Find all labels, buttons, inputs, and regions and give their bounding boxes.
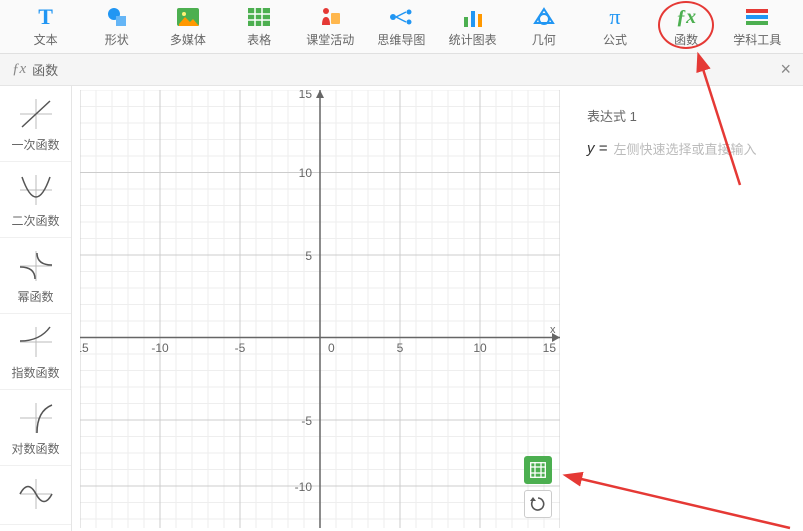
svg-text:-10: -10 bbox=[295, 480, 313, 494]
books-icon bbox=[746, 5, 768, 29]
sidebar-item-linear[interactable]: 一次函数 bbox=[0, 86, 71, 162]
coordinate-plane[interactable]: -15 -10 -5 0 5 10 15 15 10 5 -5 -10 x bbox=[80, 90, 560, 528]
svg-text:-15: -15 bbox=[80, 341, 89, 355]
tool-function[interactable]: ƒx 函数 bbox=[654, 1, 719, 52]
svg-text:0: 0 bbox=[328, 341, 335, 355]
tool-formula[interactable]: π 公式 bbox=[582, 1, 647, 52]
panel-title: ƒx 函数 bbox=[12, 60, 58, 79]
refresh-button[interactable] bbox=[524, 490, 552, 518]
expression-input[interactable]: 左侧快速选择或直接输入 bbox=[613, 139, 756, 158]
tool-activity[interactable]: 课堂活动 bbox=[298, 1, 363, 52]
panel-body: 一次函数 二次函数 幂函数 指数函数 对数函数 bbox=[0, 86, 803, 531]
svg-text:-10: -10 bbox=[151, 341, 169, 355]
tool-label: 形状 bbox=[105, 31, 129, 48]
sidebar-item-label: 指数函数 bbox=[11, 364, 59, 381]
linear-icon bbox=[16, 96, 56, 132]
tool-geometry[interactable]: 几何 bbox=[511, 1, 576, 52]
sidebar-item-exponential[interactable]: 指数函数 bbox=[0, 314, 71, 390]
expression-prefix: y = bbox=[587, 140, 607, 157]
tool-label: 文本 bbox=[34, 31, 58, 48]
tool-text[interactable]: T 文本 bbox=[13, 1, 78, 52]
svg-text:5: 5 bbox=[397, 341, 404, 355]
fx-icon: ƒx bbox=[676, 5, 696, 29]
logarithm-icon bbox=[16, 400, 56, 436]
sidebar-item-label: 一次函数 bbox=[11, 136, 59, 153]
function-sidebar: 一次函数 二次函数 幂函数 指数函数 对数函数 bbox=[0, 86, 72, 531]
quadratic-icon bbox=[16, 172, 56, 208]
tool-label: 思维导图 bbox=[377, 31, 425, 48]
tool-table[interactable]: 表格 bbox=[227, 1, 292, 52]
mindmap-icon bbox=[389, 5, 413, 29]
close-button[interactable]: × bbox=[780, 59, 791, 80]
text-icon: T bbox=[38, 5, 53, 29]
tool-label: 表格 bbox=[247, 31, 271, 48]
svg-text:x: x bbox=[550, 324, 556, 336]
grid-button[interactable] bbox=[524, 456, 552, 484]
fx-icon: ƒx bbox=[12, 61, 26, 78]
sidebar-item-power[interactable]: 幂函数 bbox=[0, 238, 71, 314]
tool-label: 统计图表 bbox=[449, 31, 497, 48]
tool-mindmap[interactable]: 思维导图 bbox=[369, 1, 434, 52]
tool-subject[interactable]: 学科工具 bbox=[725, 1, 790, 52]
chart-icon bbox=[463, 5, 483, 29]
sidebar-item-trig[interactable] bbox=[0, 466, 71, 525]
svg-text:-5: -5 bbox=[301, 414, 312, 428]
tool-label: 几何 bbox=[532, 31, 556, 48]
tool-label: 多媒体 bbox=[170, 31, 206, 48]
plot-area[interactable]: -15 -10 -5 0 5 10 15 15 10 5 -5 -10 x bbox=[72, 86, 573, 531]
svg-text:15: 15 bbox=[299, 90, 313, 101]
svg-text:10: 10 bbox=[299, 166, 313, 180]
sidebar-item-logarithm[interactable]: 对数函数 bbox=[0, 390, 71, 466]
tool-label: 课堂活动 bbox=[306, 31, 354, 48]
tool-label: 学科工具 bbox=[733, 31, 781, 48]
expression-panel: 表达式 1 y = 左侧快速选择或直接输入 bbox=[573, 86, 803, 531]
sidebar-item-quadratic[interactable]: 二次函数 bbox=[0, 162, 71, 238]
power-icon bbox=[16, 248, 56, 284]
shapes-icon bbox=[106, 5, 128, 29]
tool-label: 函数 bbox=[674, 31, 698, 48]
geometry-icon bbox=[533, 5, 555, 29]
svg-text:-5: -5 bbox=[235, 341, 246, 355]
exponential-icon bbox=[16, 324, 56, 360]
expression-input-row[interactable]: y = 左侧快速选择或直接输入 bbox=[587, 139, 789, 158]
activity-icon bbox=[319, 5, 341, 29]
panel-title-text: 函数 bbox=[32, 60, 58, 79]
svg-text:5: 5 bbox=[305, 249, 312, 263]
sidebar-item-label: 对数函数 bbox=[11, 440, 59, 457]
top-toolbar: T 文本 形状 多媒体 表格 课堂活动 思维导图 统计图表 bbox=[0, 0, 803, 54]
image-icon bbox=[177, 5, 199, 29]
tool-label: 公式 bbox=[603, 31, 627, 48]
tool-media[interactable]: 多媒体 bbox=[155, 1, 220, 52]
sidebar-item-label: 幂函数 bbox=[17, 288, 53, 305]
tool-shapes[interactable]: 形状 bbox=[84, 1, 149, 52]
svg-text:15: 15 bbox=[543, 341, 557, 355]
svg-text:10: 10 bbox=[473, 341, 487, 355]
sidebar-item-label: 二次函数 bbox=[11, 212, 59, 229]
table-icon bbox=[248, 5, 270, 29]
trig-icon bbox=[16, 476, 56, 512]
expression-title: 表达式 1 bbox=[587, 106, 789, 125]
pi-icon: π bbox=[609, 5, 620, 29]
tool-chart[interactable]: 统计图表 bbox=[440, 1, 505, 52]
panel-header: ƒx 函数 × bbox=[0, 54, 803, 86]
plot-controls bbox=[524, 456, 552, 518]
